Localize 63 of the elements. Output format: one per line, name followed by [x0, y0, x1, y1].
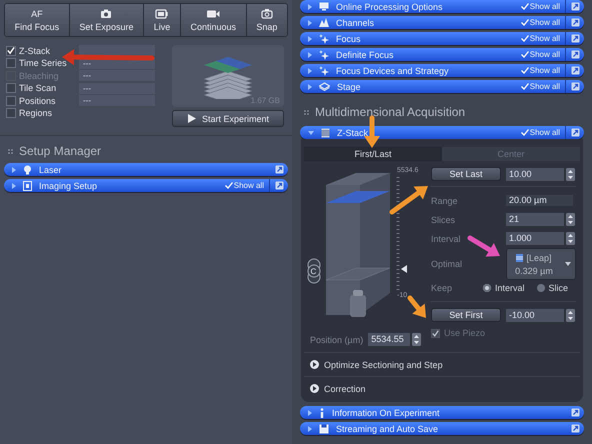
tool-header-bar[interactable]: Channels Show all — [300, 16, 584, 29]
show-all-toggle[interactable]: Show all — [520, 32, 566, 45]
show-all-toggle[interactable]: Show all — [520, 64, 566, 77]
checkbox-label: Z-Stack — [19, 46, 52, 56]
tool-title: Definite Focus — [336, 50, 395, 60]
section-title: Setup Manager — [19, 144, 102, 158]
radio-option[interactable]: Slice — [536, 283, 568, 293]
set-first-button[interactable]: Set First — [431, 308, 501, 322]
optimal-dropdown[interactable]: [Leap] 0.329 µm — [506, 248, 576, 280]
tool-title: Focus — [336, 34, 362, 44]
toolbar-button[interactable]: Continuous — [180, 4, 247, 36]
collapsible-section[interactable]: Optimize Sectioning and Step — [304, 352, 580, 376]
show-all-toggle[interactable]: Show all — [520, 0, 566, 13]
summary-field: --- — [79, 95, 155, 106]
parameter-label: Optimal — [431, 259, 464, 269]
checkbox-label: Time Series — [19, 58, 68, 68]
tool-title: Laser — [39, 164, 63, 174]
tool-header-bar[interactable]: Imaging Setup Show all — [4, 179, 288, 192]
checkbox-label: Tile Scan — [19, 83, 58, 93]
position-label: Position (µm) — [310, 334, 364, 344]
radio-option[interactable]: Interval — [483, 283, 525, 293]
summary-field: --- — [79, 82, 155, 94]
tool-title: Stage — [337, 82, 362, 92]
tool-header-bar[interactable]: Laser — [4, 163, 288, 176]
tool-title: Z-Stack — [337, 128, 370, 138]
tool-header-bar[interactable]: Streaming and Auto Save — [300, 422, 584, 435]
focus-knob-label: C — [310, 267, 316, 276]
tool-header-bar[interactable]: Z-Stack Show all — [300, 126, 584, 139]
tool-title: Information On Experiment — [332, 408, 441, 418]
parameter-label: Slices — [431, 214, 456, 224]
checkbox-label: Positions — [19, 96, 57, 106]
tool-header-bar[interactable]: Information On Experiment — [300, 406, 584, 419]
parameter-label: Interval — [431, 234, 462, 244]
tool-header-bar[interactable]: Online Processing Options Show all — [300, 0, 584, 13]
tool-title: Channels — [336, 18, 376, 28]
tool-title: Online Processing Options — [336, 2, 444, 12]
tool-header-bar[interactable]: Focus Devices and Strategy Show all — [300, 64, 584, 77]
tool-title: Imaging Setup — [39, 180, 98, 190]
tool-title: Streaming and Auto Save — [336, 424, 440, 434]
collapsible-section[interactable]: Correction — [304, 376, 580, 400]
toolbar-button[interactable]: Live — [144, 4, 181, 36]
range-readout: 20.00 µm — [506, 195, 573, 206]
start-experiment-button[interactable]: Start Experiment — [172, 110, 284, 127]
mode-tab[interactable]: First/Last — [304, 147, 442, 161]
checkbox-label: Bleaching — [19, 70, 60, 80]
show-all-toggle[interactable]: Show all — [520, 80, 566, 93]
set-last-button[interactable]: Set Last — [431, 167, 501, 181]
section-title: Multidimensional Acquisition — [315, 105, 466, 119]
tool-header-bar[interactable]: Definite Focus Show all — [300, 48, 584, 61]
parameter-label: Range — [431, 196, 459, 206]
tool-title: Focus Devices and Strategy — [336, 66, 450, 76]
checkbox-label: Regions — [19, 108, 54, 118]
show-all-toggle[interactable]: Show all — [520, 48, 566, 61]
tool-header-bar[interactable]: Stage Show all — [300, 80, 584, 93]
show-all-toggle[interactable]: Show all — [224, 179, 270, 192]
checkbox-label: Use Piezo — [444, 328, 486, 338]
toolbar-button[interactable]: Snap — [246, 4, 287, 36]
summary-field: --- — [79, 70, 155, 81]
show-all-toggle[interactable]: Show all — [520, 16, 566, 29]
toolbar-button[interactable]: Set Exposure — [70, 4, 144, 36]
keep-label: Keep — [431, 283, 454, 293]
toolbar-button[interactable]: AF Find Focus — [5, 4, 70, 36]
tool-header-bar[interactable]: Focus Show all — [300, 32, 584, 45]
